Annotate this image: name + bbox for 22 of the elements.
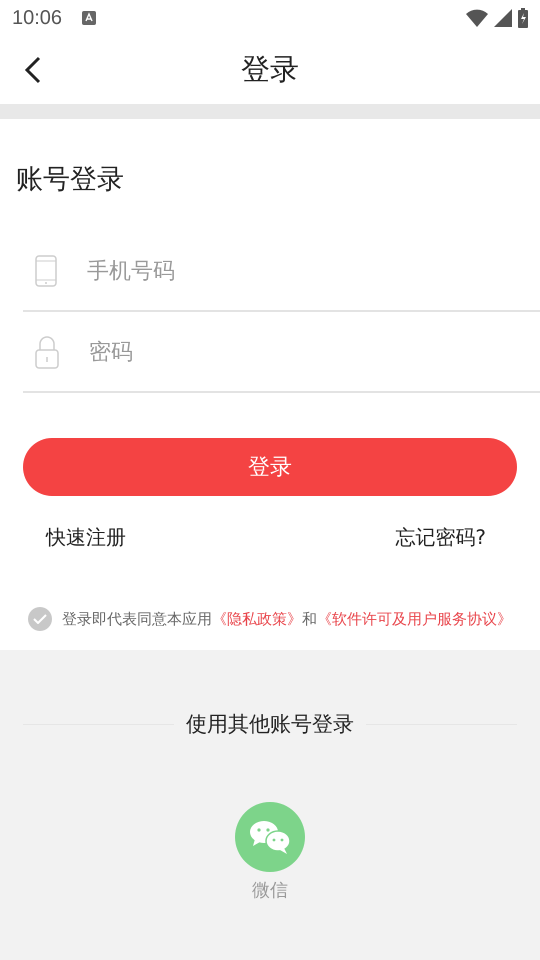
privacy-policy-link[interactable]: 《隐私政策》 xyxy=(212,610,302,628)
input-field[interactable]: 手机号码 xyxy=(85,256,540,284)
status-time: 10:06 xyxy=(12,6,62,30)
login-button[interactable]: 登录 xyxy=(23,438,517,496)
agreement-checkbox[interactable] xyxy=(28,607,52,631)
back-icon xyxy=(24,56,42,84)
other-login-title: 使用其他账号登录 xyxy=(186,711,354,738)
chat-bubbles-icon xyxy=(249,819,291,855)
input-field[interactable]: 密码 xyxy=(87,338,540,366)
phone-icon xyxy=(35,254,57,286)
page-title: 登录 xyxy=(241,51,299,88)
register-link[interactable]: 快速注册 xyxy=(46,524,126,551)
agreement-text: 登录即代表同意本应用《隐私政策》和《软件许可及用户服务协议》 xyxy=(62,610,512,628)
lock-icon xyxy=(35,334,59,368)
keyboard-notification-icon xyxy=(82,11,96,25)
forgot-password-link[interactable]: 忘记密码? xyxy=(395,524,486,551)
signal-icon xyxy=(494,9,512,27)
checkmark-icon xyxy=(33,614,47,624)
license-agreement-link[interactable]: 《软件许可及用户服务协议》 xyxy=(317,610,512,628)
wifi-icon xyxy=(466,9,488,27)
section-title: 账号登录 xyxy=(16,163,124,197)
battery-icon xyxy=(518,8,528,28)
